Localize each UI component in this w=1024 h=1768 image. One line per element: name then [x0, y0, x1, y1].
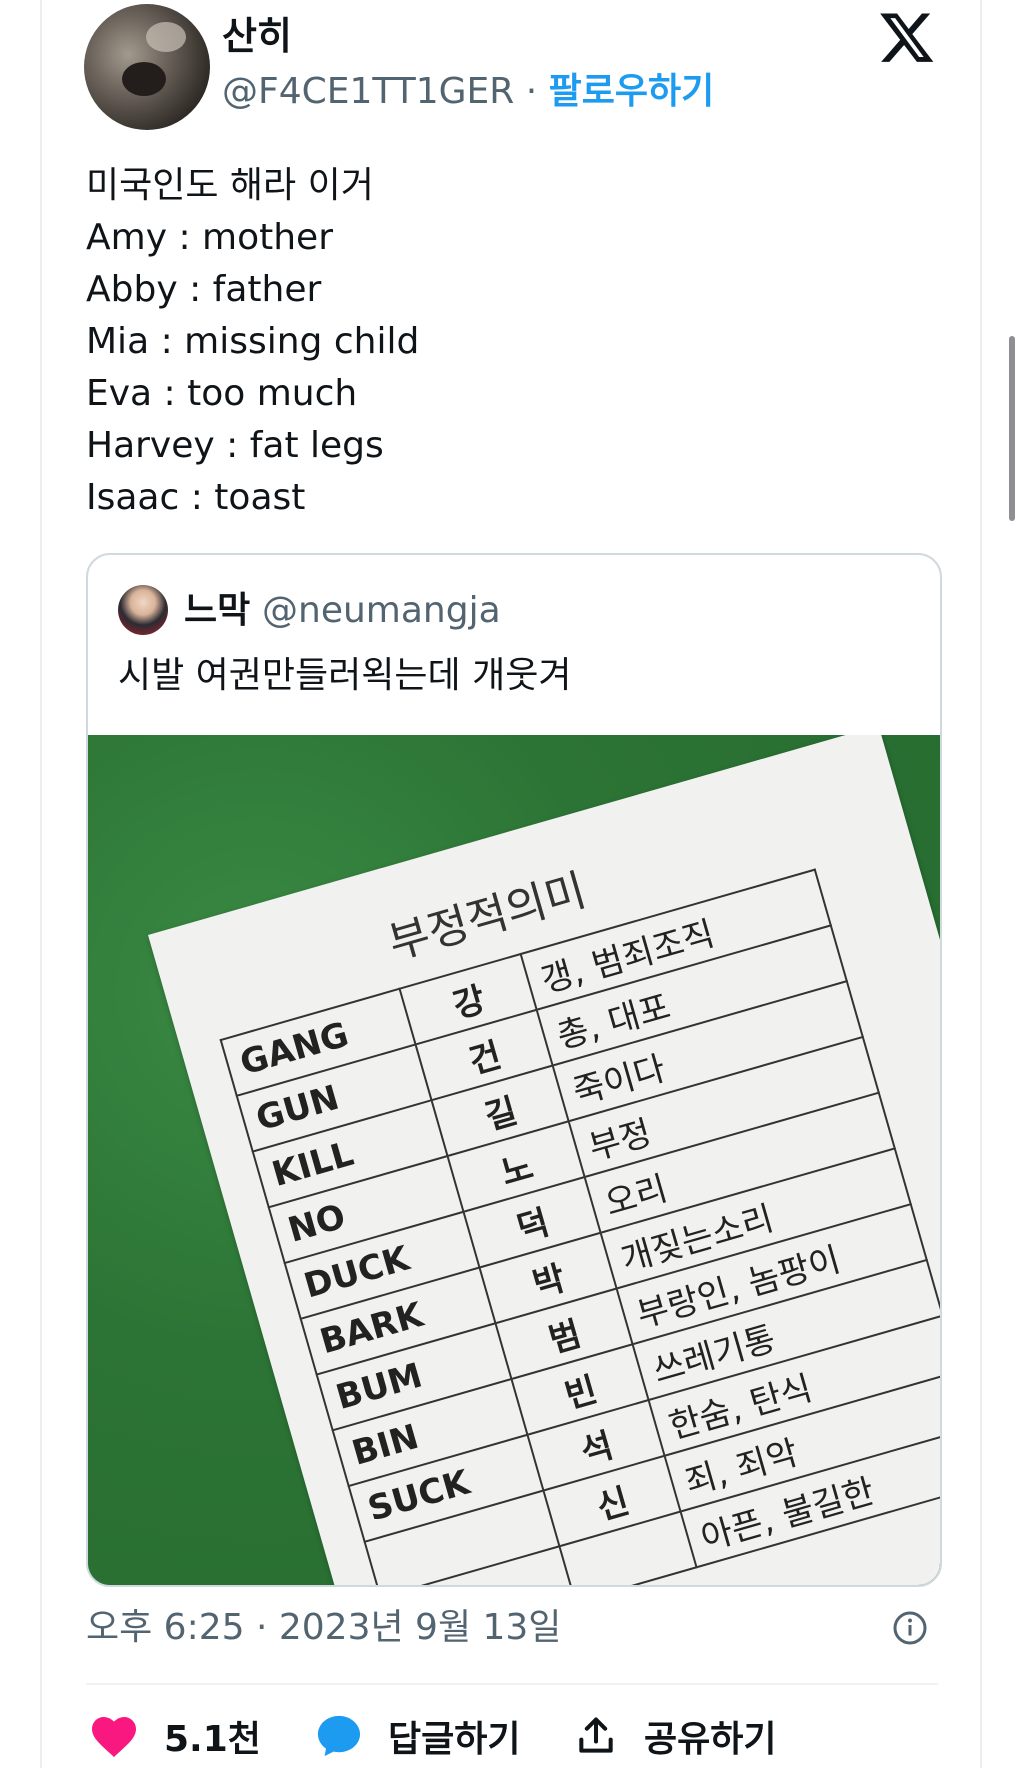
author-handle[interactable]: @F4CE1TT1GER: [222, 71, 514, 112]
meaning-table: GANG 강 갱, 범죄조직 GUN 건 총, 대포 KILL 길 죽이다 NO 노 부정 DUCK 덕 오…: [220, 868, 940, 1585]
separator-dot: ·: [525, 71, 538, 112]
tweet-line: Mia : missing child: [86, 321, 420, 362]
tweet-line: Harvey : fat legs: [86, 425, 384, 466]
card-left-border: [40, 0, 42, 1768]
follow-button[interactable]: 팔로우하기: [549, 71, 715, 112]
heart-icon: [92, 1717, 136, 1757]
share-icon: [579, 1717, 613, 1753]
quote-avatar[interactable]: [118, 585, 168, 635]
like-button[interactable]: 5.1천: [90, 1712, 261, 1760]
reply-bubble-icon: [317, 1715, 361, 1757]
tweet-line: Eva : too much: [86, 373, 358, 414]
x-logo-icon[interactable]: [878, 8, 936, 66]
author-handle-line: @F4CE1TT1GER · 팔로우하기: [222, 70, 714, 114]
quote-photo[interactable]: 부정적의미 GANG 강 갱, 범죄조직 GUN 건 총, 대포 KILL 길 죽이다 NO 노 부정…: [88, 735, 940, 1585]
card-right-border: [980, 0, 982, 1768]
share-button[interactable]: 공유하기: [574, 1712, 776, 1760]
paper-sheet: 부정적의미 GANG 강 갱, 범죄조직 GUN 건 총, 대포 KILL 길 죽이다 NO 노 부정…: [148, 735, 940, 1585]
tweet-line: Amy : mother: [86, 217, 333, 258]
avatar-shadow: [122, 62, 166, 96]
scrollbar[interactable]: [1009, 336, 1015, 521]
author-avatar[interactable]: [84, 4, 210, 130]
like-count: 5.1천: [164, 1719, 261, 1760]
info-icon[interactable]: [892, 1610, 928, 1646]
tweet-line: Abby : father: [86, 269, 322, 310]
author-name[interactable]: 산히: [222, 14, 292, 58]
quote-author-handle[interactable]: @neumangja: [262, 589, 501, 633]
reply-button[interactable]: 답글하기: [316, 1712, 520, 1760]
tweet-line: 미국인도 해라 이거: [86, 165, 374, 206]
reply-label: 답글하기: [388, 1719, 521, 1760]
quoted-tweet[interactable]: 느막 @neumangja 시발 여권만들러왹는데 개웃겨 부정적의미 GANG…: [86, 553, 942, 1587]
tweet-text: 미국인도 해라 이거 Amy : mother Abby : father Mi…: [86, 160, 419, 524]
share-label: 공유하기: [644, 1719, 777, 1760]
avatar-highlight: [146, 22, 186, 52]
quote-author-name[interactable]: 느막: [184, 589, 250, 633]
quote-text: 시발 여권만들러왹는데 개웃겨: [118, 655, 572, 696]
divider: [86, 1683, 938, 1685]
tweet-line: Isaac : toast: [86, 477, 306, 518]
tweet-timestamp[interactable]: 오후 6:25 · 2023년 9월 13일: [86, 1606, 561, 1650]
